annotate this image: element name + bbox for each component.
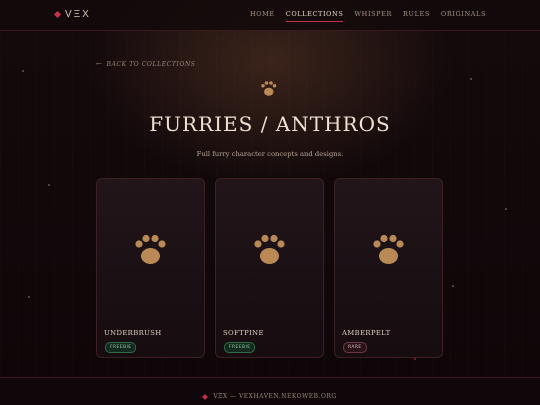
collection-grid: Underbrush Freebie Softpine Freebie Ambe…	[96, 178, 443, 358]
back-link-label: Back to collections	[106, 60, 196, 68]
rare-badge: Rare	[343, 342, 367, 353]
freebie-badge: Freebie	[224, 342, 256, 353]
logo-text: VΞX	[65, 9, 91, 20]
site-footer: VΞX — vexhaven.nekoweb.org	[0, 377, 540, 405]
paw-icon	[261, 81, 277, 96]
page-subtitle: Full furry character concepts and design…	[196, 150, 344, 158]
nav-collections[interactable]: Collections	[285, 10, 344, 22]
footer-credit: VΞX — vexhaven.nekoweb.org	[0, 393, 540, 400]
decorative-star	[22, 70, 24, 72]
nav-originals[interactable]: Originals	[441, 10, 486, 22]
decorative-star	[48, 184, 50, 186]
decorative-star	[28, 296, 30, 298]
back-to-collections-link[interactable]: ← Back to collections	[96, 60, 196, 68]
collection-card-underbrush[interactable]: Underbrush Freebie	[96, 178, 205, 358]
decorative-star	[452, 285, 454, 287]
decorative-star	[414, 358, 416, 360]
nav-rules[interactable]: Rules	[403, 10, 430, 22]
card-name: Amberpelt	[342, 329, 391, 337]
card-name: Underbrush	[104, 329, 162, 337]
footer-text[interactable]: VΞX — vexhaven.nekoweb.org	[213, 393, 336, 400]
paw-icon	[373, 234, 404, 264]
decorative-star	[470, 78, 472, 80]
arrow-left-icon: ←	[96, 60, 103, 68]
paw-icon	[254, 234, 285, 264]
paw-icon	[135, 234, 166, 264]
nav-home[interactable]: Home	[250, 10, 275, 22]
card-name: Softpine	[223, 329, 264, 337]
nav-whisper[interactable]: Whisper	[354, 10, 392, 22]
main-nav: Home Collections Whisper Rules Originals	[250, 10, 486, 22]
site-logo[interactable]: VΞX	[53, 9, 91, 20]
diamond-icon	[53, 10, 62, 19]
diamond-icon	[202, 393, 209, 400]
freebie-badge: Freebie	[105, 342, 137, 353]
page-title: Furries / Anthros	[149, 112, 391, 136]
top-nav-bar: VΞX Home Collections Whisper Rules Origi…	[0, 0, 540, 31]
collection-card-amberpelt[interactable]: Amberpelt Rare	[334, 178, 443, 358]
collection-card-softpine[interactable]: Softpine Freebie	[215, 178, 324, 358]
decorative-star	[505, 208, 507, 210]
